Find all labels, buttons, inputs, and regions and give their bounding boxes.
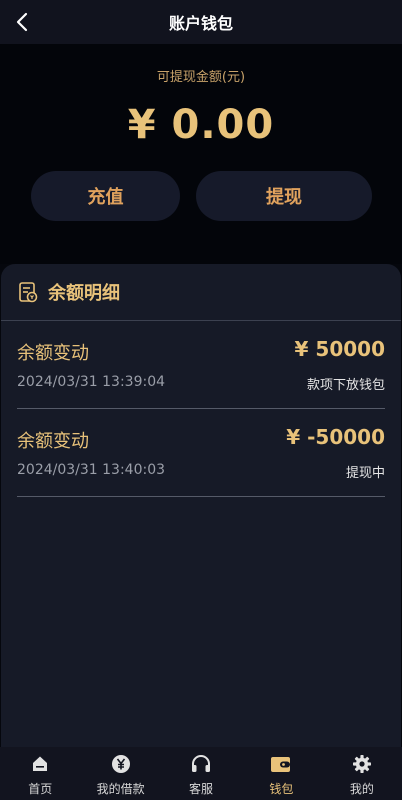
record-amount: ¥ -50000 <box>286 425 385 449</box>
record-amount: ¥ 50000 <box>294 337 385 361</box>
record-time: 2024/03/31 13:40:03 <box>17 462 166 478</box>
record-status: 款项下放钱包 <box>306 378 385 393</box>
balance-amount: ¥ 0.00 <box>127 102 275 148</box>
details-title: 余额明细 <box>48 283 120 304</box>
recharge-button[interactable]: 充值 <box>31 171 180 221</box>
record-status: 提现中 <box>345 466 385 481</box>
tab-label: 我的借款 <box>96 782 145 796</box>
ledger-icon <box>19 282 38 303</box>
tab-label: 客服 <box>189 782 214 796</box>
home-icon <box>33 756 48 771</box>
tab-label: 首页 <box>28 782 53 796</box>
details-header: 余额明细 <box>1 264 401 321</box>
record-title: 余额变动 <box>17 431 89 452</box>
chevron-left-icon <box>16 12 28 32</box>
bottom-tab-bar: 首页 我的借款 客服 钱包 我的 <box>0 747 402 800</box>
tab-customer-service[interactable]: 客服 <box>161 747 241 800</box>
tab-my-loans[interactable]: 我的借款 <box>80 747 160 800</box>
tab-wallet[interactable]: 钱包 <box>241 747 321 800</box>
balance-summary: 可提现金额(元) ¥ 0.00 充值 提现 <box>0 44 402 264</box>
record-title: 余额变动 <box>17 343 89 364</box>
balance-label: 可提现金额(元) <box>156 70 246 85</box>
top-nav-bar: 账户钱包 <box>0 0 402 44</box>
tab-label: 我的 <box>349 782 374 796</box>
page-title: 账户钱包 <box>168 14 233 33</box>
back-button[interactable] <box>10 8 34 36</box>
list-item[interactable]: 余额变动 ¥ -50000 2024/03/31 13:40:03 提现中 <box>17 409 385 497</box>
withdraw-button[interactable]: 提现 <box>196 171 372 221</box>
balance-details-panel: 余额明细 余额变动 ¥ 50000 2024/03/31 13:39:04 款项… <box>1 264 401 747</box>
gear-icon <box>352 755 371 773</box>
tab-label: 钱包 <box>269 782 294 796</box>
wallet-icon <box>271 757 291 772</box>
yen-coin-icon <box>111 755 130 773</box>
record-time: 2024/03/31 13:39:04 <box>17 374 166 390</box>
tab-profile[interactable]: 我的 <box>322 747 402 800</box>
headset-icon <box>192 755 211 772</box>
list-item[interactable]: 余额变动 ¥ 50000 2024/03/31 13:39:04 款项下放钱包 <box>17 321 385 409</box>
tab-home[interactable]: 首页 <box>0 747 80 800</box>
